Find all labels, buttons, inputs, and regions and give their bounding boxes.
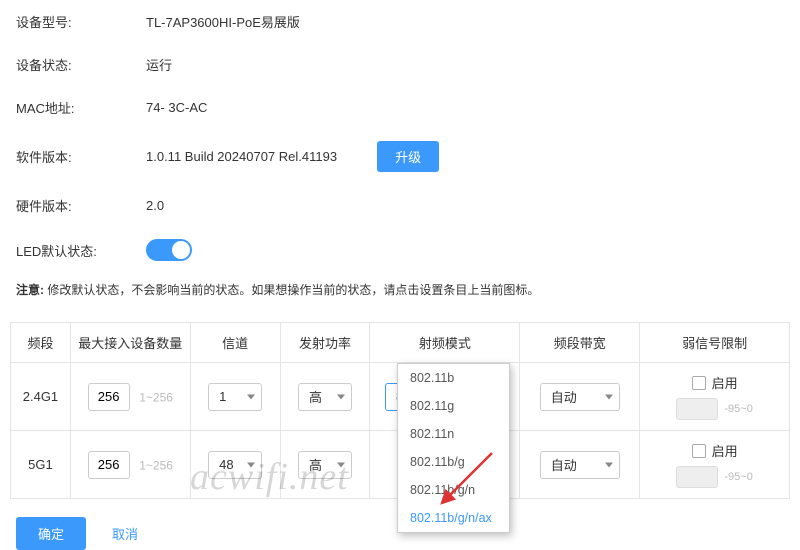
th-bw: 频段带宽 [520, 323, 640, 363]
label-hardware: 硬件版本: [16, 196, 146, 215]
led-toggle[interactable] [146, 239, 192, 261]
channel-select[interactable]: 1 [208, 383, 262, 411]
bandwidth-select[interactable]: 自动 [540, 383, 620, 411]
value-model: TL-7AP3600HI-PoE易展版 [146, 12, 300, 31]
weak-enable-checkbox[interactable] [692, 376, 706, 390]
label-software: 软件版本: [16, 147, 146, 166]
label-status: 设备状态: [16, 55, 146, 74]
weak-threshold-input[interactable] [676, 398, 718, 420]
note-prefix: 注意: [16, 283, 44, 297]
th-channel: 信道 [190, 323, 280, 363]
channel-select[interactable]: 48 [208, 451, 262, 479]
chevron-down-icon [247, 394, 255, 399]
weak-enable-label: 启用 [712, 441, 738, 460]
chevron-down-icon [605, 462, 613, 467]
weak-range-hint: -95~0 [724, 403, 752, 415]
value-software: 1.0.11 Build 20240707 Rel.41193 [146, 149, 337, 164]
max-input[interactable] [88, 451, 130, 479]
th-max: 最大接入设备数量 [70, 323, 190, 363]
max-input[interactable] [88, 383, 130, 411]
row-status: 设备状态: 运行 [16, 43, 784, 86]
th-power: 发射功率 [280, 323, 370, 363]
channel-select-value: 1 [219, 389, 226, 404]
max-range-hint: 1~256 [139, 458, 173, 472]
row-hardware: 硬件版本: 2.0 [16, 184, 784, 227]
th-weak: 弱信号限制 [640, 323, 790, 363]
rf-option-selected[interactable]: 802.11b/g/n/ax [398, 504, 509, 532]
power-select-value: 高 [309, 455, 322, 474]
value-mac: 74- 3C-AC [146, 100, 207, 115]
rf-option[interactable]: 802.11g [398, 392, 509, 420]
value-status: 运行 [146, 55, 172, 74]
power-select[interactable]: 高 [298, 451, 352, 479]
bandwidth-select-value: 自动 [551, 455, 577, 474]
upgrade-button[interactable]: 升级 [377, 141, 439, 172]
value-hardware: 2.0 [146, 198, 164, 213]
rf-option[interactable]: 802.11b/g [398, 448, 509, 476]
power-select-value: 高 [309, 387, 322, 406]
weak-enable-checkbox[interactable] [692, 444, 706, 458]
rf-option[interactable]: 802.11b/g/n [398, 476, 509, 504]
label-model: 设备型号: [16, 12, 146, 31]
th-rf: 射频模式 [370, 323, 520, 363]
th-band: 频段 [11, 323, 71, 363]
weak-threshold-input[interactable] [676, 466, 718, 488]
chevron-down-icon [337, 462, 345, 467]
bandwidth-select[interactable]: 自动 [540, 451, 620, 479]
note-text: 修改默认状态，不会影响当前的状态。如果想操作当前的状态，请点击设置条目上当前图标… [44, 283, 539, 297]
rf-option[interactable]: 802.11n [398, 420, 509, 448]
cell-band: 2.4G1 [11, 363, 71, 431]
max-range-hint: 1~256 [139, 390, 173, 404]
confirm-button[interactable]: 确定 [16, 517, 86, 550]
chevron-down-icon [337, 394, 345, 399]
channel-select-value: 48 [219, 457, 233, 472]
weak-range-hint: -95~0 [724, 471, 752, 483]
rf-option[interactable]: 802.11b [398, 364, 509, 392]
power-select[interactable]: 高 [298, 383, 352, 411]
label-led: LED默认状态: [16, 241, 146, 260]
row-led: LED默认状态: [16, 227, 784, 273]
cancel-button[interactable]: 取消 [102, 517, 148, 550]
bandwidth-select-value: 自动 [551, 387, 577, 406]
row-mac: MAC地址: 74- 3C-AC [16, 86, 784, 129]
cell-band: 5G1 [11, 431, 71, 499]
row-software: 软件版本: 1.0.11 Build 20240707 Rel.41193 升级 [16, 129, 784, 184]
note: 注意: 修改默认状态，不会影响当前的状态。如果想操作当前的状态，请点击设置条目上… [0, 273, 800, 316]
chevron-down-icon [247, 462, 255, 467]
chevron-down-icon [605, 394, 613, 399]
label-mac: MAC地址: [16, 98, 146, 117]
row-model: 设备型号: TL-7AP3600HI-PoE易展版 [16, 0, 784, 43]
weak-enable-label: 启用 [712, 373, 738, 392]
rf-mode-dropdown[interactable]: 802.11b 802.11g 802.11n 802.11b/g 802.11… [397, 363, 510, 533]
